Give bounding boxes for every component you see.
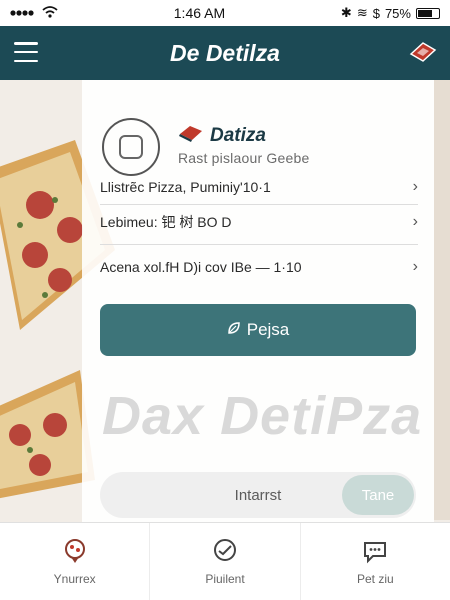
menu-icon[interactable] xyxy=(14,42,38,62)
tab-delivery[interactable]: Piuilent xyxy=(149,523,299,600)
bluetooth-icon: ✱ xyxy=(340,5,352,20)
status-right: ✱ ≋ $ 75% xyxy=(341,5,440,21)
pizza-order-button[interactable]: Pejsa xyxy=(100,304,416,356)
signal-icon xyxy=(10,5,36,21)
divider xyxy=(100,204,418,205)
list-item-location[interactable]: Llistrẽc Pizza, Puminiy'10·1 › xyxy=(100,178,418,196)
brand-name: Datiza xyxy=(210,124,266,146)
list-item-label: Llistrẽc Pizza, Puminiy'10·1 xyxy=(100,179,271,195)
app-title: De Detilza xyxy=(170,39,280,66)
tab-label: Ynurrex xyxy=(53,572,96,586)
status-bar: 1:46 AM ✱ ≋ $ 75% xyxy=(0,0,450,26)
wifi-small-icon: ≋ xyxy=(356,5,368,20)
wifi-icon xyxy=(42,5,58,21)
tab-chat[interactable]: Pet ziu xyxy=(299,523,450,600)
tab-label: Pet ziu xyxy=(356,572,394,586)
status-left xyxy=(10,5,58,21)
info-card: Datiza Rast pislaour Geebe Llistrẽc Pizz… xyxy=(82,80,434,522)
search-bar[interactable]: Intarrst Tane xyxy=(100,472,416,518)
chat-icon xyxy=(361,537,389,568)
brand-row: Datiza xyxy=(178,124,266,147)
list-item-label: Lebimeu: 钯 树 BO D xyxy=(100,214,232,230)
brand-subtitle: Rast pislaour Geebe xyxy=(178,150,310,166)
battery-percent: 75% xyxy=(384,5,411,21)
tab-label: Piuilent xyxy=(205,572,245,586)
bottom-tab-bar: Ynurrex Piuilent Pet ziu xyxy=(0,522,450,600)
tab-home[interactable]: Ynurrex xyxy=(0,523,149,600)
search-button[interactable]: Tane xyxy=(342,475,414,515)
battery-icon xyxy=(415,7,440,19)
clock-icon xyxy=(211,537,239,568)
watermark-text: Dax DetiPza xyxy=(102,386,423,446)
chevron-right-icon: › xyxy=(412,258,418,275)
chevron-right-icon: › xyxy=(412,178,418,195)
status-time: 1:46 AM xyxy=(173,5,226,21)
brand-diamond-icon xyxy=(178,124,204,147)
pizza-slice-icon xyxy=(61,537,89,568)
list-item-menu[interactable]: Lebimeu: 钯 树 BO D › xyxy=(100,212,418,232)
side-strip xyxy=(434,80,450,520)
bluetooth-alt-icon: $ xyxy=(372,5,380,21)
chevron-right-icon: › xyxy=(412,213,418,230)
pizza-order-button-label: Pejsa xyxy=(246,320,290,339)
brand-logo-icon[interactable] xyxy=(408,40,438,64)
leaf-icon xyxy=(227,320,241,340)
list-item-label: Acena xol.fH D)i cov IBe — 1·10 xyxy=(100,259,302,275)
nav-bar: De Detilza xyxy=(0,26,450,80)
card-logo-icon xyxy=(102,118,160,176)
search-placeholder: Intarrst xyxy=(234,486,282,504)
list-item-hours[interactable]: Acena xol.fH D)i cov IBe — 1·10 › xyxy=(100,258,418,276)
divider xyxy=(100,244,418,245)
